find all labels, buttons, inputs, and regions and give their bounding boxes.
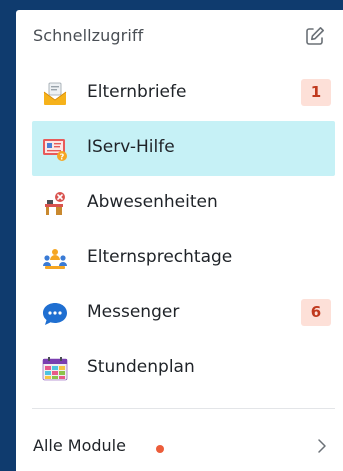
menu-item-abwesenheiten[interactable]: Abwesenheiten bbox=[32, 176, 335, 231]
divider bbox=[32, 408, 335, 409]
menu-item-label: Elternbriefe bbox=[87, 82, 187, 102]
menu-item-label: Elternsprechtage bbox=[87, 247, 233, 267]
help-monitor-icon: ? bbox=[42, 136, 68, 162]
menu-item-messenger[interactable]: Messenger 6 bbox=[32, 286, 335, 341]
menu-item-elternbriefe[interactable]: Elternbriefe 1 bbox=[32, 66, 335, 121]
chat-bubble-icon bbox=[42, 301, 68, 327]
envelope-letter-icon bbox=[42, 81, 68, 107]
notification-badge: 1 bbox=[301, 79, 331, 106]
menu-item-label: IServ-Hilfe bbox=[87, 137, 175, 157]
panel-title: Schnellzugriff bbox=[33, 26, 144, 45]
all-modules-label: Alle Module bbox=[33, 436, 126, 455]
menu-item-stundenplan[interactable]: Stundenplan bbox=[32, 341, 335, 396]
menu-item-label: Abwesenheiten bbox=[87, 192, 218, 212]
panel-header: Schnellzugriff bbox=[16, 10, 343, 62]
notification-dot bbox=[156, 445, 164, 453]
notification-badge: 6 bbox=[301, 299, 331, 326]
meeting-people-icon bbox=[42, 246, 68, 272]
edit-icon[interactable] bbox=[304, 25, 326, 47]
menu-item-label: Stundenplan bbox=[87, 357, 195, 377]
chevron-right-icon bbox=[315, 437, 329, 455]
menu-item-iserv-hilfe[interactable]: ? IServ-Hilfe bbox=[32, 121, 335, 176]
module-list: Elternbriefe 1 ? IServ-Hilfe Abwesenheit… bbox=[16, 66, 343, 396]
menu-item-label: Messenger bbox=[87, 302, 180, 322]
absence-desk-icon bbox=[42, 191, 68, 217]
menu-item-elternsprechtage[interactable]: Elternsprechtage bbox=[32, 231, 335, 286]
all-modules-link[interactable]: Alle Module bbox=[16, 422, 343, 467]
quick-access-panel: Schnellzugriff Elternbriefe 1 ? IServ-Hi… bbox=[16, 10, 343, 471]
svg-text:?: ? bbox=[60, 153, 65, 162]
timetable-calendar-icon bbox=[42, 356, 68, 382]
